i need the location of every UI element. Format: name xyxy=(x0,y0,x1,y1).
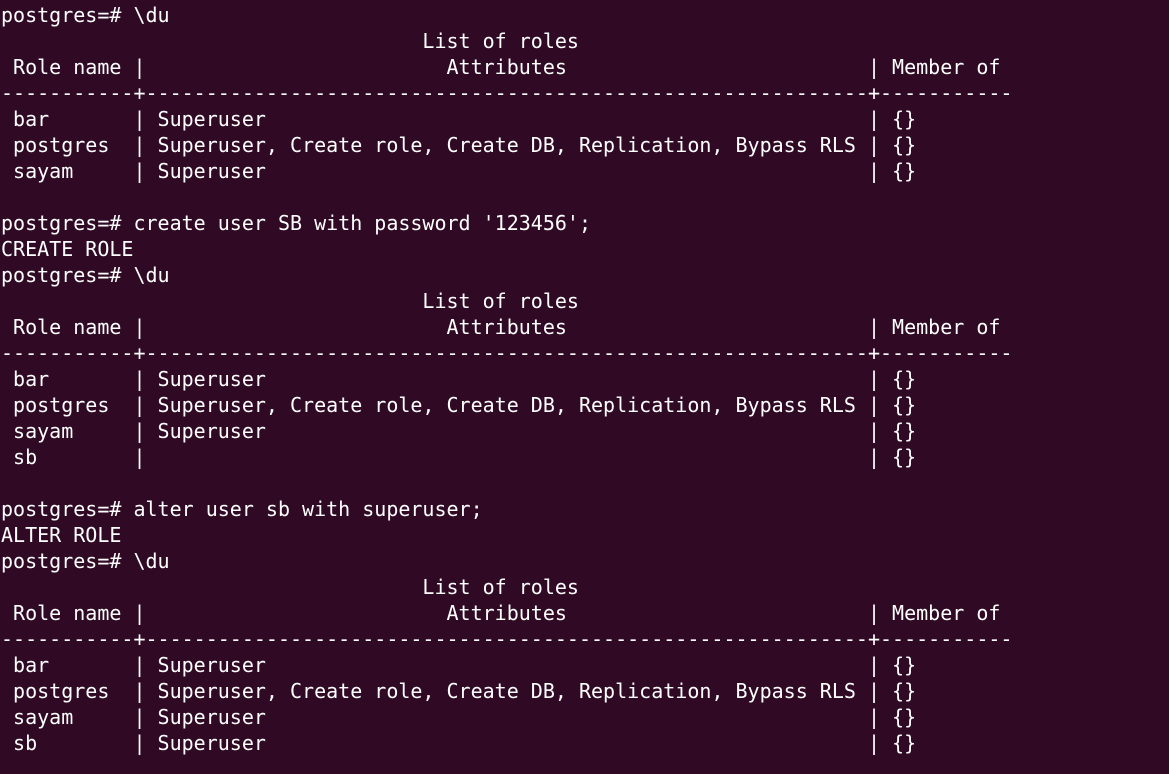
table-separator: -----------+----------------------------… xyxy=(1,627,1013,651)
table-caption: List of roles xyxy=(1,575,579,599)
table-row: bar | Superuser | {} xyxy=(1,367,917,391)
table-separator: -----------+----------------------------… xyxy=(1,341,1013,365)
terminal-window[interactable]: postgres=# \du List of roles Role name |… xyxy=(0,0,1169,774)
prompt-command-line: postgres=# \du xyxy=(1,263,170,287)
table-row: bar | Superuser | {} xyxy=(1,107,917,131)
table-row: postgres | Superuser, Create role, Creat… xyxy=(1,393,917,417)
table-row: postgres | Superuser, Create role, Creat… xyxy=(1,679,917,703)
table-row: sayam | Superuser | {} xyxy=(1,705,917,729)
table-header: Role name | Attributes | Member of xyxy=(1,315,1013,339)
prompt-command-line: postgres=# alter user sb with superuser; xyxy=(1,497,483,521)
table-caption: List of roles xyxy=(1,289,579,313)
table-header: Role name | Attributes | Member of xyxy=(1,55,1013,79)
table-row: sayam | Superuser | {} xyxy=(1,159,917,183)
table-row: sayam | Superuser | {} xyxy=(1,419,917,443)
table-row: sb | Superuser | {} xyxy=(1,731,917,755)
table-row: postgres | Superuser, Create role, Creat… xyxy=(1,133,917,157)
command-output: ALTER ROLE xyxy=(1,523,122,547)
table-row: bar | Superuser | {} xyxy=(1,653,917,677)
table-row: sb | | {} xyxy=(1,445,917,469)
table-header: Role name | Attributes | Member of xyxy=(1,601,1013,625)
prompt-command-line: postgres=# \du xyxy=(1,549,170,573)
table-caption: List of roles xyxy=(1,29,579,53)
command-output: CREATE ROLE xyxy=(1,237,134,261)
prompt-command-line: postgres=# \du xyxy=(1,3,170,27)
prompt-command-line: postgres=# create user SB with password … xyxy=(1,211,592,235)
table-separator: -----------+----------------------------… xyxy=(1,81,1013,105)
